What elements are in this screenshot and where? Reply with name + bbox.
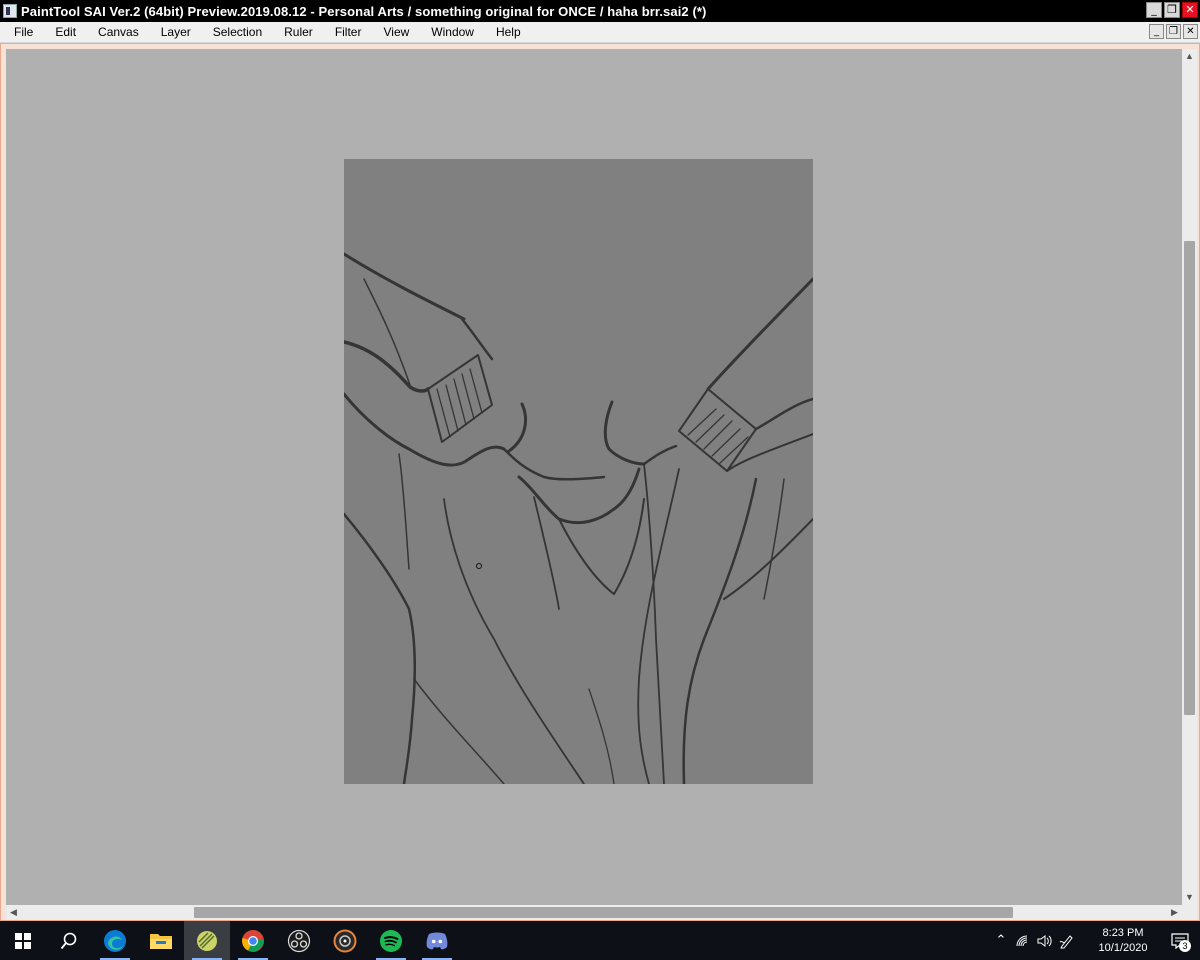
painttool-sai-icon [197, 930, 217, 951]
system-tray: ⌃ 8:23 PM 10/1/2020 3 [990, 921, 1200, 960]
discord-icon [426, 932, 448, 949]
window-title: PaintTool SAI Ver.2 (64bit) Preview.2019… [21, 3, 707, 19]
clock-time: 8:23 PM [1102, 926, 1144, 939]
clock[interactable]: 8:23 PM 10/1/2020 [1086, 926, 1160, 956]
file-explorer-icon [150, 933, 172, 949]
taskbar-media-player[interactable] [322, 921, 368, 960]
artwork-canvas[interactable] [342, 159, 815, 786]
menu-view[interactable]: View [379, 25, 420, 39]
scroll-right-icon[interactable]: ▶ [1167, 905, 1182, 920]
edge-icon [104, 929, 126, 952]
scrollbar-corner [1182, 905, 1197, 920]
menu-ruler[interactable]: Ruler [280, 25, 324, 39]
search-icon [60, 932, 77, 949]
document-window: ▲ ▼ ◀ ▶ [0, 43, 1200, 921]
spotify-icon [380, 929, 402, 952]
network-icon[interactable] [1012, 921, 1034, 960]
show-hidden-icons-icon[interactable]: ⌃ [990, 921, 1012, 960]
start-button[interactable] [0, 921, 46, 960]
taskbar-obs[interactable] [276, 921, 322, 960]
taskbar-edge[interactable] [92, 921, 138, 960]
volume-icon[interactable] [1034, 921, 1056, 960]
title-bar: PaintTool SAI Ver.2 (64bit) Preview.2019… [0, 0, 1200, 22]
notification-badge: 3 [1179, 940, 1191, 952]
window-controls: _ ❐ ✕ [1146, 2, 1198, 18]
taskbar: ⌃ 8:23 PM 10/1/2020 3 [0, 921, 1200, 960]
clock-date: 10/1/2020 [1098, 941, 1148, 954]
menu-canvas[interactable]: Canvas [94, 25, 150, 39]
vertical-scroll-thumb[interactable] [1184, 241, 1195, 715]
taskbar-chrome[interactable] [230, 921, 276, 960]
media-player-icon [333, 929, 357, 952]
scroll-down-icon[interactable]: ▼ [1182, 890, 1197, 905]
obs-icon [287, 929, 311, 952]
app-icon[interactable] [3, 4, 17, 18]
close-button[interactable]: ✕ [1182, 2, 1198, 18]
menu-filter[interactable]: Filter [331, 25, 373, 39]
minimize-button[interactable]: _ [1146, 2, 1162, 18]
taskbar-discord[interactable] [414, 921, 460, 960]
action-center-button[interactable]: 3 [1160, 921, 1200, 960]
menu-selection[interactable]: Selection [209, 25, 273, 39]
menu-file[interactable]: File [10, 25, 44, 39]
pen-icon[interactable] [1056, 921, 1078, 960]
document-restore-button[interactable]: ❐ [1166, 24, 1181, 39]
canvas-viewport[interactable] [6, 49, 1182, 905]
document-close-button[interactable]: ✕ [1183, 24, 1198, 39]
document-controls: _ ❐ ✕ [1149, 24, 1198, 39]
vertical-scrollbar[interactable]: ▲ ▼ [1182, 49, 1197, 905]
taskbar-painttool-sai[interactable] [184, 921, 230, 960]
document-minimize-button[interactable]: _ [1149, 24, 1164, 39]
restore-button[interactable]: ❐ [1164, 2, 1180, 18]
chrome-icon [242, 929, 264, 952]
taskbar-file-explorer[interactable] [138, 921, 184, 960]
taskbar-spotify[interactable] [368, 921, 414, 960]
sketch-drawing [342, 252, 815, 786]
menu-window[interactable]: Window [427, 25, 485, 39]
scroll-left-icon[interactable]: ◀ [6, 905, 21, 920]
menu-layer[interactable]: Layer [157, 25, 202, 39]
horizontal-scrollbar[interactable]: ◀ ▶ [6, 905, 1182, 920]
search-button[interactable] [46, 921, 92, 960]
scroll-up-icon[interactable]: ▲ [1182, 49, 1197, 64]
menu-bar: File Edit Canvas Layer Selection Ruler F… [0, 22, 1200, 43]
menu-help[interactable]: Help [492, 25, 532, 39]
horizontal-scroll-thumb[interactable] [194, 907, 1013, 918]
menu-edit[interactable]: Edit [51, 25, 87, 39]
start-icon [15, 932, 31, 949]
brush-cursor [476, 563, 482, 569]
